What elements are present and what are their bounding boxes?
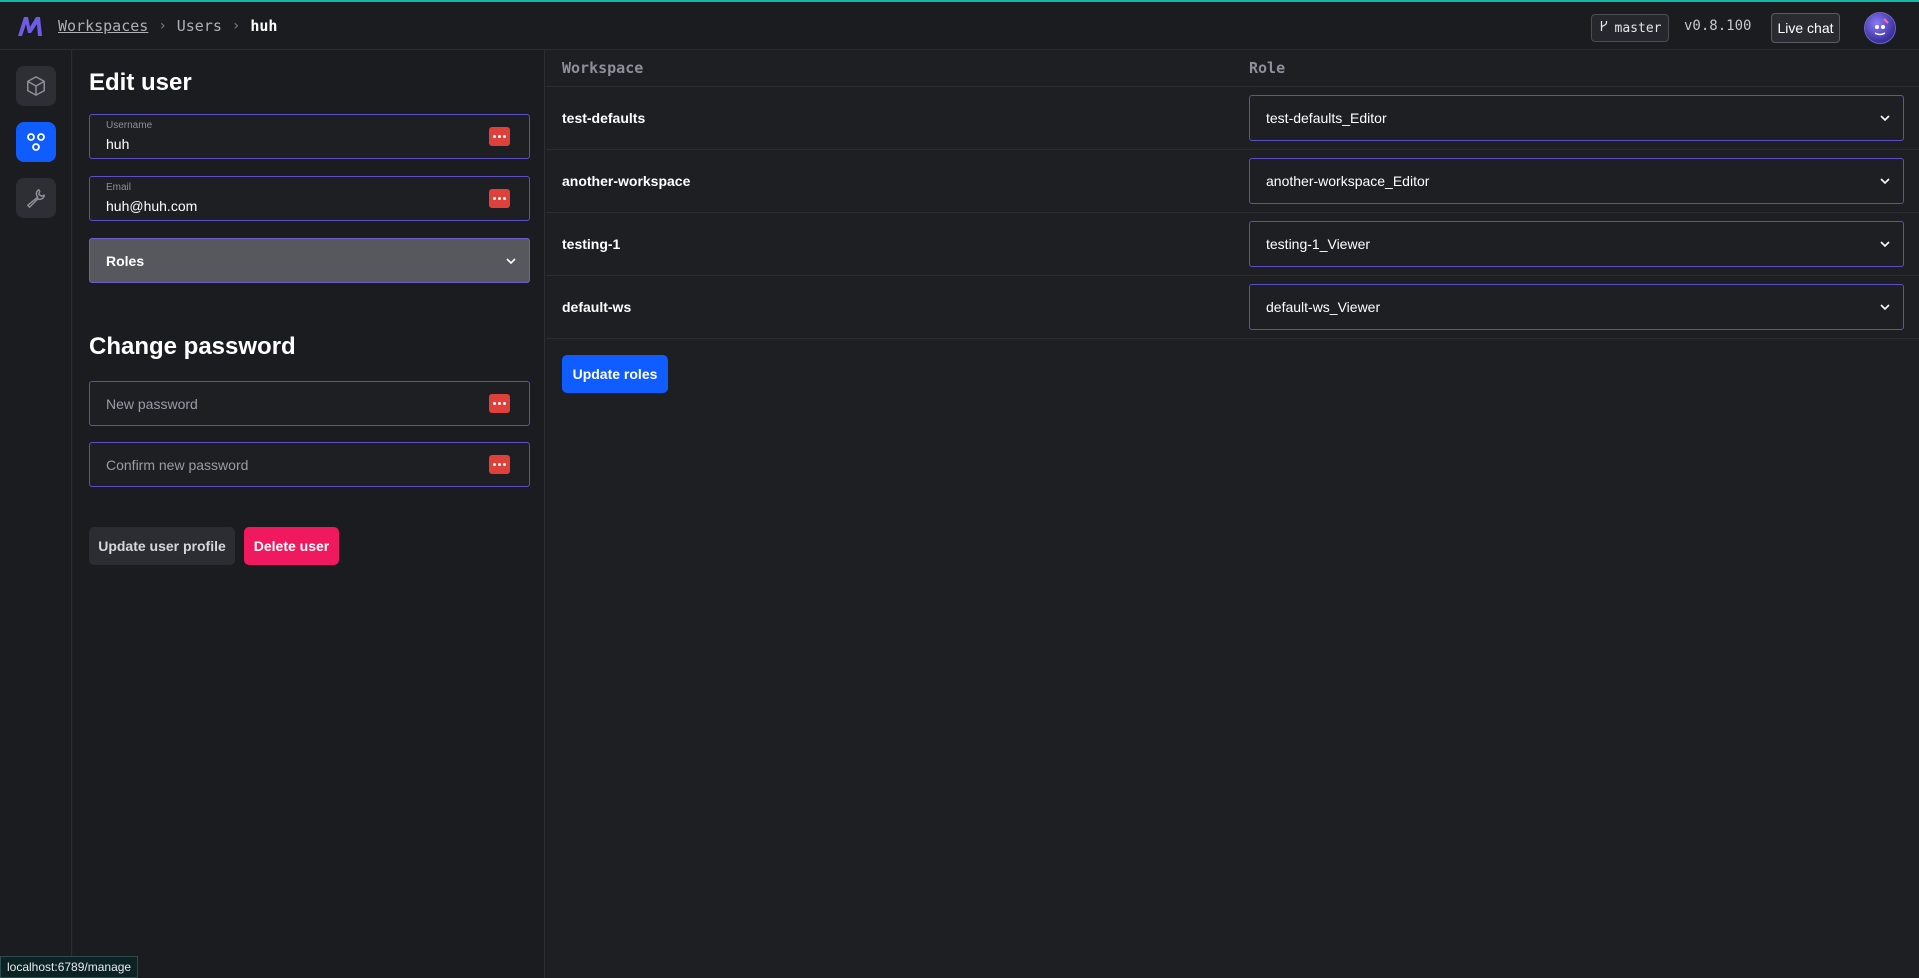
- chevron-down-icon: [1880, 241, 1890, 248]
- sidebar-item-users[interactable]: [16, 122, 56, 162]
- mage-logo-icon[interactable]: [16, 15, 44, 37]
- live-chat-button[interactable]: Live chat: [1771, 13, 1840, 43]
- roles-select-label: Roles: [106, 253, 145, 269]
- role-select-value: another-workspace_Editor: [1266, 173, 1430, 189]
- edit-user-panel: Edit user Username huh Email huh@huh.com…: [73, 50, 545, 978]
- workspace-name: test-defaults: [562, 110, 646, 126]
- delete-user-button[interactable]: Delete user: [244, 527, 339, 565]
- password-manager-icon[interactable]: [489, 189, 510, 208]
- username-field[interactable]: Username huh: [89, 114, 530, 159]
- edit-user-title: Edit user: [89, 69, 192, 96]
- people-icon: [27, 133, 45, 151]
- git-branch-icon: [1599, 20, 1609, 36]
- workspace-name: testing-1: [562, 236, 621, 252]
- chevron-down-icon: [1880, 115, 1890, 122]
- breadcrumb: Workspaces › Users › huh: [58, 16, 277, 36]
- column-header-role: Role: [1249, 59, 1286, 77]
- update-roles-button[interactable]: Update roles: [562, 355, 668, 393]
- username-value: huh: [106, 136, 130, 152]
- email-label: Email: [106, 182, 132, 193]
- password-manager-icon[interactable]: [489, 127, 510, 146]
- chevron-down-icon: [1880, 304, 1890, 311]
- role-select-value: test-defaults_Editor: [1266, 110, 1387, 126]
- sidebar-item-workspaces[interactable]: [16, 66, 56, 106]
- confirm-password-placeholder: Confirm new password: [106, 457, 249, 473]
- role-select[interactable]: test-defaults_Editor: [1249, 95, 1904, 141]
- password-manager-icon[interactable]: [489, 394, 510, 413]
- app-version: v0.8.100: [1684, 18, 1752, 34]
- new-password-placeholder: New password: [106, 396, 198, 412]
- role-select-value: testing-1_Viewer: [1266, 236, 1371, 252]
- status-bar-url: localhost:6789/manage: [0, 956, 139, 978]
- side-navigation: [0, 50, 72, 978]
- table-row: testing-1 testing-1_Viewer: [546, 213, 1919, 276]
- git-branch-button[interactable]: master: [1591, 14, 1669, 42]
- role-select[interactable]: default-ws_Viewer: [1249, 284, 1904, 330]
- chevron-down-icon: [1880, 178, 1890, 185]
- email-value: huh@huh.com: [106, 198, 198, 214]
- sidebar-item-settings[interactable]: [16, 178, 56, 218]
- chevron-right-icon: ›: [231, 18, 241, 34]
- git-branch-name: master: [1614, 20, 1662, 36]
- table-row: test-defaults test-defaults_Editor: [546, 87, 1919, 150]
- role-select-value: default-ws_Viewer: [1266, 299, 1381, 315]
- table-row: another-workspace another-workspace_Edit…: [546, 150, 1919, 213]
- workspace-name: default-ws: [562, 299, 632, 315]
- update-user-profile-button[interactable]: Update user profile: [89, 527, 235, 565]
- password-manager-icon[interactable]: [489, 455, 510, 474]
- cube-icon: [27, 76, 45, 96]
- table-row: default-ws default-ws_Viewer: [546, 276, 1919, 339]
- user-avatar[interactable]: [1864, 12, 1896, 44]
- column-header-workspace: Workspace: [562, 59, 644, 77]
- workspace-roles-table: Workspace Role test-defaults test-defaul…: [546, 50, 1919, 978]
- change-password-title: Change password: [89, 333, 296, 360]
- breadcrumb-users: Users: [176, 17, 222, 35]
- breadcrumb-workspaces-link[interactable]: Workspaces: [58, 17, 148, 35]
- chevron-down-icon: [506, 258, 516, 265]
- new-password-field[interactable]: New password: [89, 381, 530, 426]
- avatar-mascot-icon: [1874, 18, 1889, 36]
- username-label: Username: [106, 120, 153, 131]
- email-field[interactable]: Email huh@huh.com: [89, 176, 530, 221]
- top-header: Workspaces › Users › huh master v0.8.100…: [0, 2, 1919, 50]
- chevron-right-icon: ›: [158, 18, 167, 34]
- confirm-password-field[interactable]: Confirm new password: [89, 442, 530, 487]
- role-select[interactable]: testing-1_Viewer: [1249, 221, 1904, 267]
- workspace-name: another-workspace: [562, 173, 691, 189]
- breadcrumb-current-user: huh: [250, 17, 278, 35]
- roles-select[interactable]: Roles: [89, 238, 530, 283]
- role-select[interactable]: another-workspace_Editor: [1249, 158, 1904, 204]
- wrench-icon: [27, 189, 45, 208]
